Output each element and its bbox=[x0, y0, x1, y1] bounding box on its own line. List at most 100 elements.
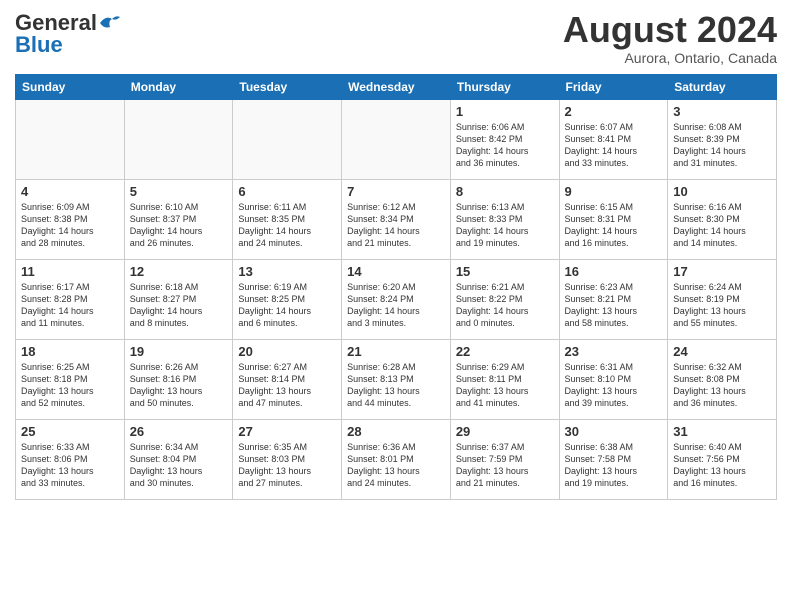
calendar-cell: 14 Sunrise: 6:20 AM Sunset: 8:24 PM Dayli… bbox=[342, 259, 451, 339]
day-info: Sunrise: 6:33 AM Sunset: 8:06 PM Dayligh… bbox=[21, 441, 119, 490]
calendar-cell: 28 Sunrise: 6:36 AM Sunset: 8:01 PM Dayli… bbox=[342, 419, 451, 499]
calendar-cell: 9 Sunrise: 6:15 AM Sunset: 8:31 PM Daylig… bbox=[559, 179, 668, 259]
calendar-cell bbox=[233, 99, 342, 179]
month-year: August 2024 bbox=[563, 10, 777, 50]
day-number: 11 bbox=[21, 264, 119, 279]
calendar-body: 1Sunrise: 6:06 AM Sunset: 8:42 PM Daylig… bbox=[16, 99, 777, 499]
day-number: 22 bbox=[456, 344, 554, 359]
week-row-3: 11 Sunrise: 6:17 AM Sunset: 8:28 PM Dayli… bbox=[16, 259, 777, 339]
day-info: Sunrise: 6:24 AM Sunset: 8:19 PM Dayligh… bbox=[673, 281, 771, 330]
day-number: 1 bbox=[456, 104, 554, 119]
day-number: 23 bbox=[565, 344, 663, 359]
day-number: 14 bbox=[347, 264, 445, 279]
calendar-cell: 29 Sunrise: 6:37 AM Sunset: 7:59 PM Dayli… bbox=[450, 419, 559, 499]
day-info: Sunrise: 6:09 AM Sunset: 8:38 PM Dayligh… bbox=[21, 201, 119, 250]
title-area: August 2024 Aurora, Ontario, Canada bbox=[563, 10, 777, 66]
logo-blue: Blue bbox=[15, 32, 63, 58]
calendar-cell: 6 Sunrise: 6:11 AM Sunset: 8:35 PM Daylig… bbox=[233, 179, 342, 259]
calendar-cell: 7Sunrise: 6:12 AM Sunset: 8:34 PM Daylig… bbox=[342, 179, 451, 259]
header-thursday: Thursday bbox=[450, 74, 559, 99]
day-number: 12 bbox=[130, 264, 228, 279]
day-info: Sunrise: 6:37 AM Sunset: 7:59 PM Dayligh… bbox=[456, 441, 554, 490]
week-row-5: 25 Sunrise: 6:33 AM Sunset: 8:06 PM Dayli… bbox=[16, 419, 777, 499]
day-info: Sunrise: 6:07 AM Sunset: 8:41 PM Dayligh… bbox=[565, 121, 663, 170]
calendar-cell: 5Sunrise: 6:10 AM Sunset: 8:37 PM Daylig… bbox=[124, 179, 233, 259]
header-wednesday: Wednesday bbox=[342, 74, 451, 99]
day-number: 8 bbox=[456, 184, 554, 199]
calendar-cell: 17 Sunrise: 6:24 AM Sunset: 8:19 PM Dayli… bbox=[668, 259, 777, 339]
day-number: 3 bbox=[673, 104, 771, 119]
day-info: Sunrise: 6:13 AM Sunset: 8:33 PM Dayligh… bbox=[456, 201, 554, 250]
day-number: 20 bbox=[238, 344, 336, 359]
day-number: 9 bbox=[565, 184, 663, 199]
calendar-cell: 1Sunrise: 6:06 AM Sunset: 8:42 PM Daylig… bbox=[450, 99, 559, 179]
day-number: 2 bbox=[565, 104, 663, 119]
day-info: Sunrise: 6:23 AM Sunset: 8:21 PM Dayligh… bbox=[565, 281, 663, 330]
calendar-cell: 4Sunrise: 6:09 AM Sunset: 8:38 PM Daylig… bbox=[16, 179, 125, 259]
day-info: Sunrise: 6:34 AM Sunset: 8:04 PM Dayligh… bbox=[130, 441, 228, 490]
calendar-cell: 23Sunrise: 6:31 AM Sunset: 8:10 PM Dayli… bbox=[559, 339, 668, 419]
weekday-header-row: Sunday Monday Tuesday Wednesday Thursday… bbox=[16, 74, 777, 99]
day-number: 25 bbox=[21, 424, 119, 439]
day-number: 28 bbox=[347, 424, 445, 439]
day-info: Sunrise: 6:16 AM Sunset: 8:30 PM Dayligh… bbox=[673, 201, 771, 250]
calendar-cell: 19 Sunrise: 6:26 AM Sunset: 8:16 PM Dayli… bbox=[124, 339, 233, 419]
calendar-cell: 26 Sunrise: 6:34 AM Sunset: 8:04 PM Dayli… bbox=[124, 419, 233, 499]
logo: General Blue bbox=[15, 10, 121, 58]
day-number: 30 bbox=[565, 424, 663, 439]
day-info: Sunrise: 6:28 AM Sunset: 8:13 PM Dayligh… bbox=[347, 361, 445, 410]
calendar-cell: 2 Sunrise: 6:07 AM Sunset: 8:41 PM Daylig… bbox=[559, 99, 668, 179]
day-number: 19 bbox=[130, 344, 228, 359]
calendar-cell: 16 Sunrise: 6:23 AM Sunset: 8:21 PM Dayli… bbox=[559, 259, 668, 339]
day-info: Sunrise: 6:17 AM Sunset: 8:28 PM Dayligh… bbox=[21, 281, 119, 330]
week-row-1: 1Sunrise: 6:06 AM Sunset: 8:42 PM Daylig… bbox=[16, 99, 777, 179]
calendar-cell: 13 Sunrise: 6:19 AM Sunset: 8:25 PM Dayli… bbox=[233, 259, 342, 339]
calendar-cell bbox=[124, 99, 233, 179]
calendar-cell: 20Sunrise: 6:27 AM Sunset: 8:14 PM Dayli… bbox=[233, 339, 342, 419]
day-number: 26 bbox=[130, 424, 228, 439]
calendar-cell: 25 Sunrise: 6:33 AM Sunset: 8:06 PM Dayli… bbox=[16, 419, 125, 499]
calendar-table: Sunday Monday Tuesday Wednesday Thursday… bbox=[15, 74, 777, 500]
day-number: 16 bbox=[565, 264, 663, 279]
calendar-cell: 24 Sunrise: 6:32 AM Sunset: 8:08 PM Dayli… bbox=[668, 339, 777, 419]
day-number: 15 bbox=[456, 264, 554, 279]
day-info: Sunrise: 6:29 AM Sunset: 8:11 PM Dayligh… bbox=[456, 361, 554, 410]
day-info: Sunrise: 6:19 AM Sunset: 8:25 PM Dayligh… bbox=[238, 281, 336, 330]
header-tuesday: Tuesday bbox=[233, 74, 342, 99]
week-row-2: 4Sunrise: 6:09 AM Sunset: 8:38 PM Daylig… bbox=[16, 179, 777, 259]
calendar-cell: 3Sunrise: 6:08 AM Sunset: 8:39 PM Daylig… bbox=[668, 99, 777, 179]
calendar-cell: 30 Sunrise: 6:38 AM Sunset: 7:58 PM Dayli… bbox=[559, 419, 668, 499]
day-info: Sunrise: 6:36 AM Sunset: 8:01 PM Dayligh… bbox=[347, 441, 445, 490]
header-monday: Monday bbox=[124, 74, 233, 99]
week-row-4: 18Sunrise: 6:25 AM Sunset: 8:18 PM Dayli… bbox=[16, 339, 777, 419]
day-number: 18 bbox=[21, 344, 119, 359]
day-number: 17 bbox=[673, 264, 771, 279]
day-number: 6 bbox=[238, 184, 336, 199]
header-friday: Friday bbox=[559, 74, 668, 99]
day-number: 27 bbox=[238, 424, 336, 439]
calendar-cell: 15Sunrise: 6:21 AM Sunset: 8:22 PM Dayli… bbox=[450, 259, 559, 339]
day-number: 24 bbox=[673, 344, 771, 359]
calendar-cell: 31Sunrise: 6:40 AM Sunset: 7:56 PM Dayli… bbox=[668, 419, 777, 499]
day-info: Sunrise: 6:12 AM Sunset: 8:34 PM Dayligh… bbox=[347, 201, 445, 250]
day-info: Sunrise: 6:40 AM Sunset: 7:56 PM Dayligh… bbox=[673, 441, 771, 490]
day-info: Sunrise: 6:32 AM Sunset: 8:08 PM Dayligh… bbox=[673, 361, 771, 410]
day-number: 13 bbox=[238, 264, 336, 279]
day-info: Sunrise: 6:38 AM Sunset: 7:58 PM Dayligh… bbox=[565, 441, 663, 490]
header: General Blue August 2024 Aurora, Ontario… bbox=[15, 10, 777, 66]
logo-bird-icon bbox=[98, 13, 120, 33]
day-info: Sunrise: 6:11 AM Sunset: 8:35 PM Dayligh… bbox=[238, 201, 336, 250]
calendar-cell: 10Sunrise: 6:16 AM Sunset: 8:30 PM Dayli… bbox=[668, 179, 777, 259]
calendar-cell: 12Sunrise: 6:18 AM Sunset: 8:27 PM Dayli… bbox=[124, 259, 233, 339]
day-info: Sunrise: 6:20 AM Sunset: 8:24 PM Dayligh… bbox=[347, 281, 445, 330]
day-number: 21 bbox=[347, 344, 445, 359]
calendar-cell: 8 Sunrise: 6:13 AM Sunset: 8:33 PM Daylig… bbox=[450, 179, 559, 259]
day-info: Sunrise: 6:15 AM Sunset: 8:31 PM Dayligh… bbox=[565, 201, 663, 250]
calendar-cell: 21 Sunrise: 6:28 AM Sunset: 8:13 PM Dayli… bbox=[342, 339, 451, 419]
day-info: Sunrise: 6:26 AM Sunset: 8:16 PM Dayligh… bbox=[130, 361, 228, 410]
calendar-cell bbox=[342, 99, 451, 179]
day-number: 29 bbox=[456, 424, 554, 439]
location: Aurora, Ontario, Canada bbox=[563, 50, 777, 66]
calendar-cell: 18Sunrise: 6:25 AM Sunset: 8:18 PM Dayli… bbox=[16, 339, 125, 419]
day-info: Sunrise: 6:35 AM Sunset: 8:03 PM Dayligh… bbox=[238, 441, 336, 490]
